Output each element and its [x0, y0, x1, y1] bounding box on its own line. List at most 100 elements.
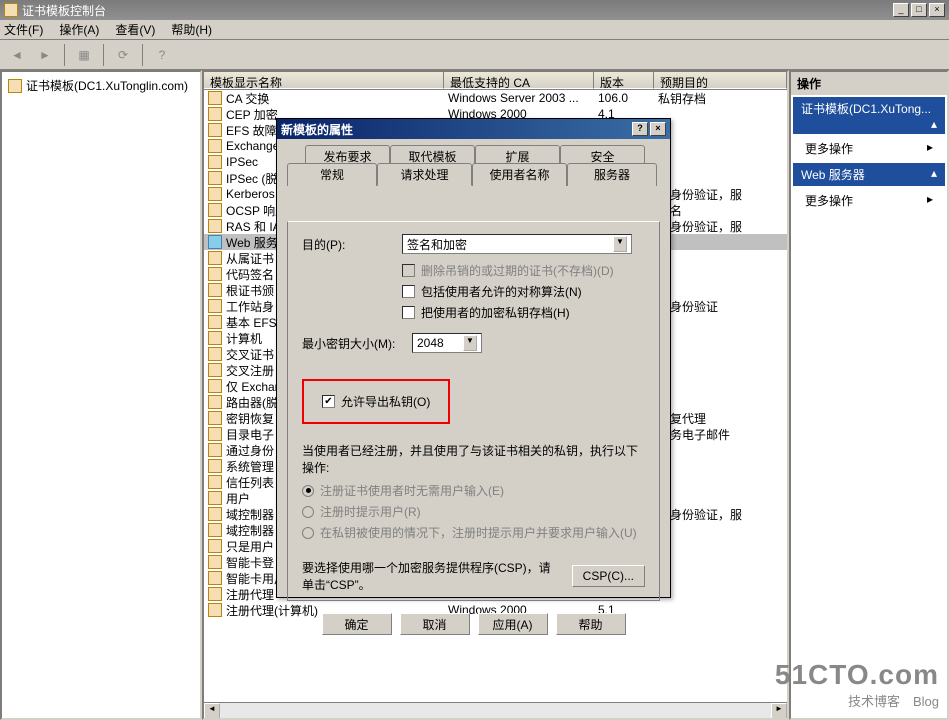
app-icon [4, 3, 18, 17]
dialog-tabs: 发布要求 取代模板 扩展 安全 常规 请求处理 使用者名称 服务器 [287, 145, 660, 185]
row-purpose: 端身份验证 [654, 298, 787, 315]
menu-bar: 文件(F) 操作(A) 查看(V) 帮助(H) [0, 20, 949, 40]
radio-prompt [302, 506, 314, 518]
action-more-label: 更多操作 [805, 142, 853, 156]
template-icon [208, 299, 222, 313]
row-name: 域控制器 [226, 506, 274, 523]
template-icon [208, 235, 222, 249]
scroll-left-button[interactable]: ◄ [204, 703, 220, 719]
back-button[interactable]: ◄ [6, 44, 28, 66]
properties-dialog: 新模板的属性 ? × 发布要求 取代模板 扩展 安全 常规 请求处理 使用者名称… [276, 118, 671, 598]
template-icon [208, 283, 222, 297]
toolbar-separator [64, 44, 65, 66]
template-icon [208, 315, 222, 329]
col-purpose[interactable]: 预期目的 [654, 72, 787, 89]
tree-root[interactable]: 证书模板(DC1.XuTonglin.com) [6, 76, 196, 95]
action-section-root[interactable]: 证书模板(DC1.XuTong... ▴ [793, 97, 945, 134]
menu-view[interactable]: 查看(V) [115, 21, 155, 38]
template-icon [208, 203, 222, 217]
template-icon [208, 267, 222, 281]
row-name: 计算机 [226, 330, 262, 347]
radio-no-input [302, 485, 314, 497]
row-name: 信任列表 [226, 474, 274, 491]
row-name: EFS 故障 [226, 122, 277, 139]
row-purpose: 端身份验证，服 [654, 186, 787, 203]
purpose-select[interactable]: 签名和加密 ▼ [402, 234, 632, 254]
allow-export-checkbox[interactable]: ✔ [322, 395, 335, 408]
template-icon [208, 123, 222, 137]
forward-button[interactable]: ► [34, 44, 56, 66]
menu-file[interactable]: 文件(F) [4, 21, 43, 38]
row-name: 目录电子 [226, 426, 274, 443]
list-view-button[interactable]: ▦ [73, 44, 95, 66]
tab-subject-name[interactable]: 使用者名称 [472, 163, 567, 186]
radio-no-input-label: 注册证书使用者时无需用户输入(E) [320, 482, 504, 499]
symmetric-checkbox[interactable] [402, 285, 415, 298]
maximize-button[interactable]: □ [911, 3, 927, 17]
template-icon [208, 107, 222, 121]
archive-key-checkbox[interactable] [402, 306, 415, 319]
col-version[interactable]: 版本 [594, 72, 654, 89]
close-button[interactable]: × [929, 3, 945, 17]
help-button[interactable]: ? [151, 44, 173, 66]
tree-root-label: 证书模板(DC1.XuTonglin.com) [26, 77, 188, 94]
radio-prompt-require [302, 527, 314, 539]
delete-revoked-label: 删除吊销的或过期的证书(不存档)(D) [421, 262, 614, 279]
menu-action[interactable]: 操作(A) [59, 21, 99, 38]
row-name: CEP 加密 [226, 106, 278, 123]
row-name: 仅 Exchan [226, 378, 281, 395]
template-icon [8, 79, 22, 93]
menu-help[interactable]: 帮助(H) [171, 21, 212, 38]
template-icon [208, 523, 222, 537]
ok-button[interactable]: 确定 [322, 613, 392, 635]
template-icon [208, 507, 222, 521]
help-button[interactable]: 帮助 [556, 613, 626, 635]
tree-pane: 证书模板(DC1.XuTonglin.com) [0, 70, 202, 720]
archive-key-label: 把使用者的加密私钥存档(H) [421, 304, 570, 321]
template-icon [208, 139, 222, 153]
row-name: CA 交换 [226, 90, 269, 107]
row-name: Exchange [226, 139, 279, 153]
row-ver: 106.0 [594, 91, 654, 105]
dialog-title: 新模板的属性 [281, 121, 353, 138]
action-more-root[interactable]: 更多操作 ▸ [791, 136, 947, 161]
csp-button[interactable]: CSP(C)... [572, 565, 645, 587]
action-section-selected[interactable]: Web 服务器 ▴ [793, 163, 945, 186]
radio-prompt-require-label: 在私钥被使用的情况下，注册时提示用户并要求用户输入(U) [320, 524, 637, 541]
tab-server[interactable]: 服务器 [567, 163, 657, 186]
template-icon [208, 187, 222, 201]
horizontal-scrollbar[interactable]: ◄ ► [204, 702, 787, 718]
table-row[interactable]: CA 交换Windows Server 2003 ...106.0私钥存档 [204, 90, 787, 106]
purpose-label: 目的(P): [302, 236, 402, 253]
scroll-track[interactable] [220, 703, 771, 718]
row-name: 只是用户 [226, 538, 274, 555]
dialog-titlebar[interactable]: 新模板的属性 ? × [277, 119, 670, 139]
row-purpose: 签名 [654, 202, 787, 219]
col-ca[interactable]: 最低支持的 CA [444, 72, 594, 89]
row-name: 代码签名 [226, 266, 274, 283]
dialog-help-button[interactable]: ? [632, 122, 648, 136]
dialog-close-button[interactable]: × [650, 122, 666, 136]
template-icon [208, 411, 222, 425]
action-more-label: 更多操作 [805, 194, 853, 208]
row-name: 用户 [226, 490, 250, 507]
toolbar-separator [103, 44, 104, 66]
row-name: IPSec [226, 155, 258, 169]
template-icon [208, 347, 222, 361]
scroll-right-button[interactable]: ► [771, 703, 787, 719]
tab-general[interactable]: 常规 [287, 163, 377, 186]
minimize-button[interactable]: _ [893, 3, 909, 17]
radio-prompt-label: 注册时提示用户(R) [320, 503, 421, 520]
tab-request-handling[interactable]: 请求处理 [377, 163, 472, 186]
keysize-select[interactable]: 2048 ▼ [412, 333, 482, 353]
cancel-button[interactable]: 取消 [400, 613, 470, 635]
apply-button[interactable]: 应用(A) [478, 613, 548, 635]
highlight-box: ✔允许导出私钥(O) [302, 379, 450, 424]
col-name[interactable]: 模板显示名称 [204, 72, 444, 89]
action-more-selected[interactable]: 更多操作 ▸ [791, 188, 947, 213]
action-section-root-label: 证书模板(DC1.XuTong... [801, 102, 931, 116]
template-icon [208, 379, 222, 393]
row-name: 交叉注册 [226, 362, 274, 379]
row-name: 工作站身 [226, 298, 274, 315]
refresh-button[interactable]: ⟳ [112, 44, 134, 66]
